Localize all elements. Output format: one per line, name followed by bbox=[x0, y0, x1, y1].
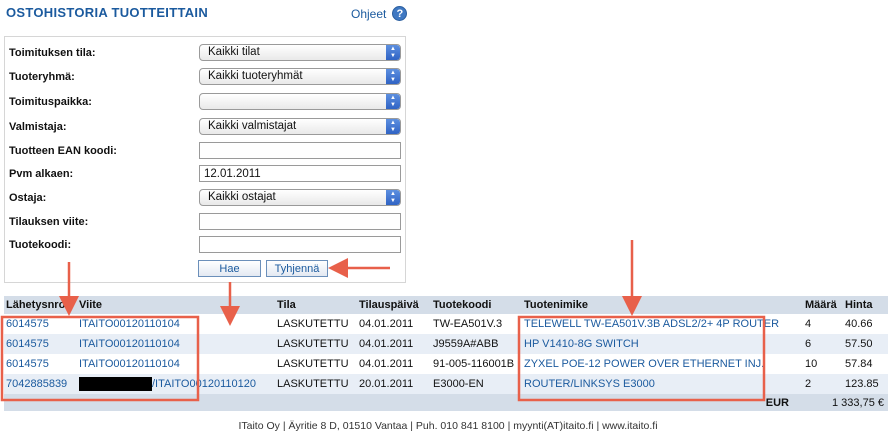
total-spacer bbox=[4, 394, 522, 411]
shipment-link[interactable]: 6014575 bbox=[4, 334, 77, 354]
column-header-status[interactable]: Tila bbox=[275, 296, 357, 314]
table-header-row: Lähetysnro Viite Tila Tilauspäivä Tuotek… bbox=[4, 296, 888, 314]
reference-link[interactable]: /ITAITO00120110120 bbox=[152, 378, 256, 390]
row-delivery-status: Toimituksen tila: Kaikki tilat ▲ ▼ bbox=[5, 42, 405, 64]
column-header-product-code[interactable]: Tuotekoodi bbox=[431, 296, 522, 314]
price-cell: 57.84 bbox=[843, 354, 888, 374]
table-row: 6014575 ITAITO00120110104 LASKUTETTU 04.… bbox=[4, 334, 888, 354]
column-header-quantity[interactable]: Määrä bbox=[803, 296, 843, 314]
buyer-value: Kaikki ostajat bbox=[208, 191, 276, 203]
status-cell: LASKUTETTU bbox=[275, 334, 357, 354]
order-date-cell: 20.01.2011 bbox=[357, 374, 431, 394]
date-from-label: Pvm alkaen: bbox=[9, 168, 74, 180]
buyer-label: Ostaja: bbox=[9, 192, 47, 204]
select-arrows-icon: ▲ ▼ bbox=[386, 94, 400, 109]
ean-label: Tuotteen EAN koodi: bbox=[9, 145, 117, 157]
product-code-label: Tuotekoodi: bbox=[9, 239, 72, 251]
delivery-status-label: Toimituksen tila: bbox=[9, 47, 96, 59]
manufacturer-label: Valmistaja: bbox=[9, 121, 67, 133]
column-header-order-date[interactable]: Tilauspäivä bbox=[357, 296, 431, 314]
question-icon[interactable]: ? bbox=[392, 6, 408, 21]
shipment-link[interactable]: 6014575 bbox=[4, 314, 77, 334]
column-header-product-name[interactable]: Tuotenimike bbox=[522, 296, 803, 314]
shipment-link[interactable]: 6014575 bbox=[4, 354, 77, 374]
buyer-select[interactable]: Kaikki ostajat ▲ ▼ bbox=[199, 189, 401, 206]
reference-cell[interactable]: /ITAITO00120110120 bbox=[77, 374, 275, 394]
price-cell: 57.50 bbox=[843, 334, 888, 354]
product-code-cell: 91-005-116001B bbox=[431, 354, 522, 374]
row-product-group: Tuoteryhmä: Kaikki tuoteryhmät ▲ ▼ bbox=[5, 66, 405, 88]
search-form: Toimituksen tila: Kaikki tilat ▲ ▼ Tuoter… bbox=[4, 36, 406, 283]
row-date-from: Pvm alkaen: bbox=[5, 163, 405, 185]
quantity-cell: 2 bbox=[803, 374, 843, 394]
results-table: Lähetysnro Viite Tila Tilauspäivä Tuotek… bbox=[4, 296, 888, 411]
column-header-price[interactable]: Hinta bbox=[843, 296, 888, 314]
price-cell: 123.85 bbox=[843, 374, 888, 394]
product-name-link[interactable]: ROUTER/LINKSYS E3000 bbox=[522, 374, 803, 394]
manufacturer-select[interactable]: Kaikki valmistajat ▲ ▼ bbox=[199, 118, 401, 135]
footer-text: ITaito Oy | Äyritie 8 D, 01510 Vantaa | … bbox=[238, 420, 658, 432]
product-group-select[interactable]: Kaikki tuoteryhmät ▲ ▼ bbox=[199, 68, 401, 85]
search-button[interactable]: Hae bbox=[198, 260, 261, 277]
table-row: 7042885839 /ITAITO00120110120 LASKUTETTU… bbox=[4, 374, 888, 394]
delivery-location-select[interactable]: ▲ ▼ bbox=[199, 93, 401, 110]
quantity-cell: 6 bbox=[803, 334, 843, 354]
delivery-status-select[interactable]: Kaikki tilat ▲ ▼ bbox=[199, 44, 401, 61]
product-code-cell: E3000-EN bbox=[431, 374, 522, 394]
reference-link[interactable]: ITAITO00120110104 bbox=[77, 314, 275, 334]
row-order-ref: Tilauksen viite: bbox=[5, 211, 405, 233]
select-arrows-icon: ▲ ▼ bbox=[386, 45, 400, 60]
table-row: 6014575 ITAITO00120110104 LASKUTETTU 04.… bbox=[4, 354, 888, 374]
clear-button[interactable]: Tyhjennä bbox=[266, 260, 328, 277]
product-name-link[interactable]: TELEWELL TW-EA501V.3B ADSL2/2+ 4P ROUTER bbox=[522, 314, 803, 334]
price-cell: 40.66 bbox=[843, 314, 888, 334]
product-name-link[interactable]: ZYXEL POE-12 POWER OVER ETHERNET INJ. bbox=[522, 354, 803, 374]
select-arrows-icon: ▲ ▼ bbox=[386, 119, 400, 134]
order-ref-input[interactable] bbox=[199, 213, 401, 230]
row-buyer: Ostaja: Kaikki ostajat ▲ ▼ bbox=[5, 187, 405, 209]
product-code-cell: J9559A#ABB bbox=[431, 334, 522, 354]
column-header-shipment[interactable]: Lähetysnro bbox=[4, 296, 77, 314]
quantity-cell: 10 bbox=[803, 354, 843, 374]
status-cell: LASKUTETTU bbox=[275, 314, 357, 334]
order-ref-label: Tilauksen viite: bbox=[9, 216, 89, 228]
reference-link[interactable]: ITAITO00120110104 bbox=[77, 354, 275, 374]
date-from-input[interactable] bbox=[199, 165, 401, 182]
delivery-status-value: Kaikki tilat bbox=[208, 46, 260, 58]
product-group-value: Kaikki tuoteryhmät bbox=[208, 70, 303, 82]
total-currency: EUR bbox=[522, 394, 803, 411]
total-value: 1 333,75 € bbox=[803, 394, 888, 411]
quantity-cell: 4 bbox=[803, 314, 843, 334]
redaction-block bbox=[79, 377, 152, 391]
product-group-label: Tuoteryhmä: bbox=[9, 71, 75, 83]
page-title: OSTOHISTORIA TUOTTEITTAIN bbox=[6, 5, 209, 20]
order-date-cell: 04.01.2011 bbox=[357, 354, 431, 374]
help-link[interactable]: Ohjeet ? bbox=[351, 6, 408, 21]
row-manufacturer: Valmistaja: Kaikki valmistajat ▲ ▼ bbox=[5, 116, 405, 138]
row-ean: Tuotteen EAN koodi: bbox=[5, 140, 405, 162]
select-arrows-icon: ▲ ▼ bbox=[386, 69, 400, 84]
status-cell: LASKUTETTU bbox=[275, 354, 357, 374]
row-delivery-location: Toimituspaikka: ▲ ▼ bbox=[5, 91, 405, 113]
product-name-link[interactable]: HP V1410-8G SWITCH bbox=[522, 334, 803, 354]
reference-link[interactable]: ITAITO00120110104 bbox=[77, 334, 275, 354]
product-code-input[interactable] bbox=[199, 236, 401, 253]
table-row: 6014575 ITAITO00120110104 LASKUTETTU 04.… bbox=[4, 314, 888, 334]
manufacturer-value: Kaikki valmistajat bbox=[208, 120, 297, 132]
total-row: EUR 1 333,75 € bbox=[4, 394, 888, 411]
shipment-link[interactable]: 7042885839 bbox=[4, 374, 77, 394]
ean-input[interactable] bbox=[199, 142, 401, 159]
order-date-cell: 04.01.2011 bbox=[357, 334, 431, 354]
row-product-code: Tuotekoodi: bbox=[5, 234, 405, 256]
status-cell: LASKUTETTU bbox=[275, 374, 357, 394]
column-header-reference[interactable]: Viite bbox=[77, 296, 275, 314]
product-code-cell: TW-EA501V.3 bbox=[431, 314, 522, 334]
delivery-location-label: Toimituspaikka: bbox=[9, 96, 92, 108]
select-arrows-icon: ▲ ▼ bbox=[386, 190, 400, 205]
help-label[interactable]: Ohjeet bbox=[351, 7, 386, 21]
order-date-cell: 04.01.2011 bbox=[357, 314, 431, 334]
